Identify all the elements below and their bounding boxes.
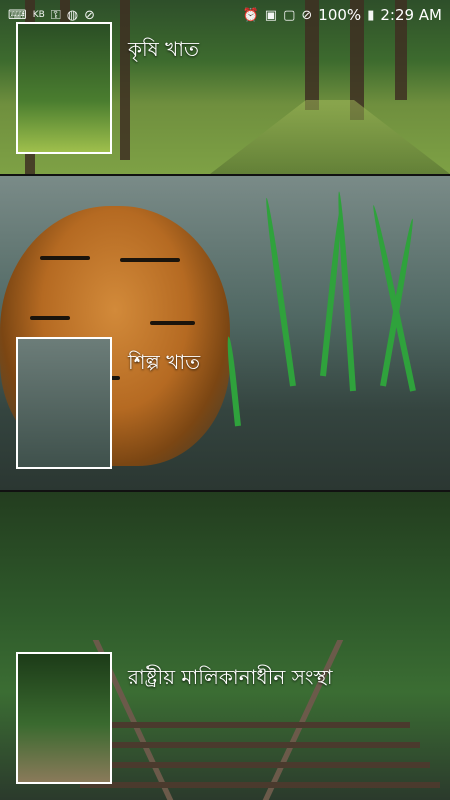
rail-sleeper [90, 762, 430, 768]
section-industry[interactable]: শিল্প খাত [0, 176, 450, 490]
grass-blade [263, 197, 296, 387]
rail-sleeper [110, 722, 410, 728]
thumbnail-agriculture [16, 22, 112, 154]
tiger-stripe [40, 256, 90, 260]
sim-1-icon: ▣ [264, 7, 278, 23]
rail-sleeper [80, 782, 440, 788]
kb-label: KB [32, 10, 45, 20]
forest-path [210, 100, 450, 174]
keyboard-icon: ⌨ [8, 7, 27, 23]
screen-icon: ▢ [283, 7, 296, 23]
grass-blade [336, 191, 356, 392]
clock: 2:29 AM [380, 6, 442, 24]
globe-icon: ◍ [66, 7, 79, 23]
section-label-state-owned: রাষ্ট্রীয় মালিকানাধীন সংস্থা [128, 665, 333, 689]
tiger-stripe [150, 321, 195, 325]
section-label-industry: শিল্প খাত [128, 350, 201, 374]
battery-icon: ▮ [367, 7, 375, 23]
thumbnail-industry [16, 337, 112, 469]
tiger-stripe [120, 258, 180, 262]
grass-blade [380, 218, 416, 387]
tiger-stripe [30, 316, 70, 320]
dnd-icon: ⊘ [301, 7, 313, 23]
signal-off-icon: ⊘ [84, 7, 95, 23]
section-state-owned[interactable]: রাষ্ট্রীয় মালিকানাধীন সংস্থা [0, 492, 450, 800]
status-bar: ⌨ KB ⚿ ◍ ⊘ ⏰ ▣ ▢ ⊘ 100% ▮ 2:29 AM [0, 0, 450, 30]
section-label-agriculture: কৃষি খাত [128, 37, 200, 61]
battery-percent: 100% [318, 6, 362, 24]
alarm-icon: ⏰ [242, 7, 259, 23]
rail-sleeper [100, 742, 420, 748]
thumbnail-state-owned [16, 652, 112, 784]
key-icon: ⚿ [50, 7, 61, 23]
